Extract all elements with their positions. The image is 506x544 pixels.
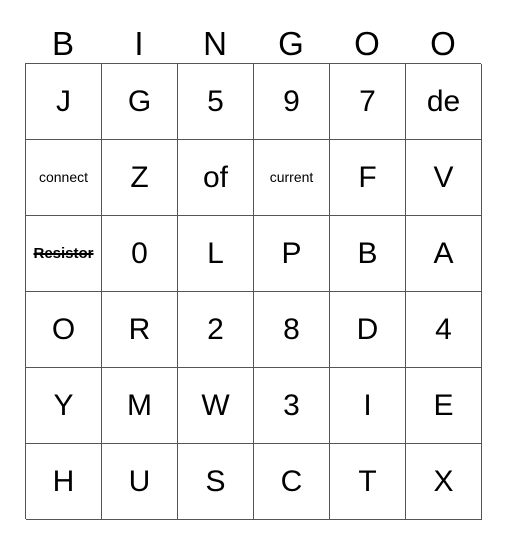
header-letter-4: O bbox=[354, 25, 380, 62]
bingo-cell[interactable]: R bbox=[102, 292, 178, 368]
bingo-cell-label: 7 bbox=[359, 84, 376, 118]
bingo-row: Resistor 0 L P B A bbox=[26, 216, 482, 292]
bingo-cell-label: B bbox=[357, 236, 378, 270]
bingo-row: J G 5 9 7 de bbox=[26, 64, 482, 140]
bingo-cell-label: F bbox=[358, 160, 377, 194]
bingo-cell[interactable]: W bbox=[178, 368, 254, 444]
bingo-cell-label: R bbox=[128, 312, 151, 346]
bingo-cell-label: 3 bbox=[283, 388, 300, 422]
header-letter-2: N bbox=[203, 25, 227, 62]
bingo-cell-label: de bbox=[426, 84, 461, 118]
bingo-grid: J G 5 9 7 de connect Zof current F V Resistor 0 L P B A O… bbox=[25, 63, 482, 520]
bingo-cell[interactable]: D bbox=[330, 292, 406, 368]
bingo-cell[interactable]: A bbox=[406, 216, 482, 292]
bingo-cell-label: Y bbox=[53, 388, 74, 422]
bingo-cell[interactable]: F bbox=[330, 140, 406, 216]
bingo-cell-label: of bbox=[202, 160, 229, 194]
bingo-cell-label: U bbox=[128, 464, 151, 498]
bingo-cell-label: 0 bbox=[131, 236, 148, 270]
bingo-row: HUSCTX bbox=[26, 444, 482, 520]
bingo-cell[interactable]: G bbox=[102, 64, 178, 140]
bingo-cell[interactable]: Resistor bbox=[26, 216, 102, 292]
bingo-cell-label: D bbox=[356, 312, 379, 346]
bingo-cell[interactable]: 3 bbox=[254, 368, 330, 444]
header-letter-3: G bbox=[278, 25, 304, 62]
bingo-cell[interactable]: 9 bbox=[254, 64, 330, 140]
bingo-cell-label: V bbox=[433, 160, 454, 194]
bingo-cell[interactable]: de bbox=[406, 64, 482, 140]
bingo-cell-label: S bbox=[205, 464, 226, 498]
bingo-cell[interactable]: S bbox=[178, 444, 254, 520]
bingo-cell-label: M bbox=[127, 388, 152, 422]
bingo-cell-label: C bbox=[280, 464, 303, 498]
bingo-cell[interactable]: U bbox=[102, 444, 178, 520]
bingo-cell-label: 4 bbox=[435, 312, 452, 346]
bingo-cell[interactable]: 7 bbox=[330, 64, 406, 140]
bingo-cell[interactable]: L bbox=[178, 216, 254, 292]
bingo-cell-label: H bbox=[52, 464, 75, 498]
bingo-cell[interactable]: of bbox=[178, 140, 254, 216]
bingo-cell-label: T bbox=[358, 464, 377, 498]
bingo-cell-label: G bbox=[127, 84, 152, 118]
bingo-cell-label: I bbox=[363, 388, 372, 422]
bingo-cell-label: 9 bbox=[283, 84, 300, 118]
bingo-cell[interactable]: Y bbox=[26, 368, 102, 444]
bingo-cell[interactable]: H bbox=[26, 444, 102, 520]
bingo-cell-label: E bbox=[433, 388, 454, 422]
bingo-cell-label: Resistor bbox=[33, 244, 94, 262]
bingo-cell[interactable]: C bbox=[254, 444, 330, 520]
bingo-cell-label: 5 bbox=[207, 84, 224, 118]
header-letter-1: I bbox=[134, 25, 144, 62]
bingo-row: connect Zof current F V bbox=[26, 140, 482, 216]
bingo-cell[interactable]: P bbox=[254, 216, 330, 292]
bingo-row: Y M W 3 I E bbox=[26, 368, 482, 444]
bingo-cell[interactable]: M bbox=[102, 368, 178, 444]
bingo-cell[interactable]: T bbox=[330, 444, 406, 520]
bingo-cell-label: connect bbox=[38, 169, 89, 186]
bingo-cell-label: A bbox=[433, 236, 454, 270]
bingo-cell[interactable]: Z bbox=[102, 140, 178, 216]
bingo-cell-label: Z bbox=[130, 160, 149, 194]
bingo-row: O R 2 8 D 4 bbox=[26, 292, 482, 368]
bingo-cell[interactable]: 5 bbox=[178, 64, 254, 140]
bingo-cell[interactable]: 2 bbox=[178, 292, 254, 368]
bingo-cell-label: P bbox=[281, 236, 302, 270]
bingo-cell-label: O bbox=[51, 312, 76, 346]
bingo-cell[interactable]: O bbox=[26, 292, 102, 368]
bingo-cell[interactable]: X bbox=[406, 444, 482, 520]
bingo-cell-label: J bbox=[56, 84, 71, 118]
bingo-cell[interactable]: E bbox=[406, 368, 482, 444]
bingo-cell[interactable]: 4 bbox=[406, 292, 482, 368]
bingo-cell[interactable]: connect bbox=[26, 140, 102, 216]
bingo-cell-label: W bbox=[201, 388, 230, 422]
bingo-card: B I N G O O J G 5 9 7 de connect Zof current F V Re… bbox=[0, 0, 506, 544]
bingo-cell[interactable]: 0 bbox=[102, 216, 178, 292]
bingo-header-row: B I N G O O bbox=[25, 12, 481, 63]
bingo-cell-label: 8 bbox=[283, 312, 300, 346]
bingo-cell[interactable]: current bbox=[254, 140, 330, 216]
bingo-cell-label: L bbox=[207, 236, 224, 270]
bingo-cell[interactable]: 8 bbox=[254, 292, 330, 368]
header-letter-0: B bbox=[51, 25, 74, 62]
header-letter-5: O bbox=[430, 25, 456, 62]
bingo-cell-label: current bbox=[269, 169, 314, 186]
bingo-cell-label: 2 bbox=[207, 312, 224, 346]
bingo-cell[interactable]: I bbox=[330, 368, 406, 444]
bingo-cell[interactable]: B bbox=[330, 216, 406, 292]
bingo-cell-label: X bbox=[433, 464, 454, 498]
bingo-cell[interactable]: V bbox=[406, 140, 482, 216]
bingo-cell[interactable]: J bbox=[26, 64, 102, 140]
